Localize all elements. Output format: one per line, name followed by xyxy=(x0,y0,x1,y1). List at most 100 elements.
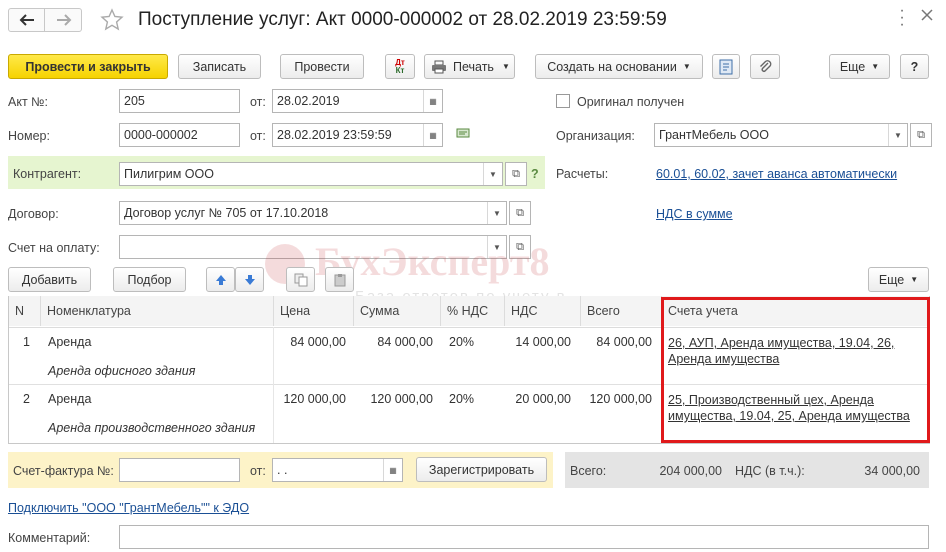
col-header-vat[interactable]: НДС xyxy=(505,296,581,326)
original-received-checkbox[interactable] xyxy=(556,94,570,108)
post-button[interactable]: Провести xyxy=(280,54,364,79)
move-up-button[interactable] xyxy=(206,267,235,292)
row-item-name: Аренда xyxy=(48,392,92,406)
organization-field[interactable]: ГрантМебель ООО ▼ xyxy=(654,123,908,147)
paperclip-icon xyxy=(760,59,772,72)
paste-row-button[interactable] xyxy=(325,267,354,292)
dt-kt-button[interactable]: Дт Кт xyxy=(385,54,415,79)
copy-icon xyxy=(294,273,307,286)
invoice-date-field[interactable]: . . ▦ xyxy=(272,458,403,482)
row-vat-rate: 20% xyxy=(449,335,475,349)
create-based-on-button[interactable]: Создать на основании ▼ xyxy=(535,54,703,79)
act-number-field[interactable]: 205 xyxy=(119,89,240,113)
row-sum: 120 000,00 xyxy=(370,392,433,406)
act-number-label: Акт №: xyxy=(8,95,49,109)
print-label: Печать xyxy=(453,59,494,74)
number-date-field[interactable]: 28.02.2019 23:59:59 ▦ xyxy=(272,123,443,147)
organization-label: Организация: xyxy=(556,129,635,143)
arrow-left-icon xyxy=(19,14,34,26)
col-header-vat-rate[interactable]: % НДС xyxy=(441,296,505,326)
contractor-help-icon[interactable]: ? xyxy=(531,166,539,182)
favorite-star-button[interactable] xyxy=(100,8,124,32)
number-date-from-label: от: xyxy=(250,129,266,143)
number-label: Номер: xyxy=(8,129,50,143)
chevron-down-icon: ▼ xyxy=(910,275,919,284)
row-price: 120 000,00 xyxy=(283,392,346,406)
arrow-down-icon xyxy=(244,274,255,285)
post-and-close-button[interactable]: Провести и закрыть xyxy=(8,54,168,79)
col-header-n[interactable]: N xyxy=(9,296,41,326)
chevron-down-icon: ▼ xyxy=(682,62,691,71)
col-header-nomenclature[interactable]: Номенклатура xyxy=(41,296,274,326)
chevron-down-icon[interactable]: ▼ xyxy=(888,124,907,146)
contract-open-button[interactable]: ⧉ xyxy=(509,201,531,225)
contract-field[interactable]: Договор услуг № 705 от 17.10.2018 ▼ xyxy=(119,201,507,225)
table-more-label: Еще xyxy=(878,272,905,287)
contract-value: Договор услуг № 705 от 17.10.2018 xyxy=(124,206,329,220)
accounts-highlight-frame xyxy=(661,297,930,443)
row-vat: 20 000,00 xyxy=(515,392,571,406)
comment-field[interactable] xyxy=(119,525,929,549)
row-sum: 84 000,00 xyxy=(377,335,433,349)
calendar-icon[interactable]: ▦ xyxy=(423,90,442,112)
vat-in-sum-link[interactable]: НДС в сумме xyxy=(656,206,733,222)
act-date-field[interactable]: 28.02.2019 ▦ xyxy=(272,89,443,113)
chevron-down-icon: ▼ xyxy=(871,62,880,71)
dt-kt-icon: Дт Кт xyxy=(395,58,405,75)
row-total: 84 000,00 xyxy=(596,335,652,349)
act-date-value: 28.02.2019 xyxy=(277,94,340,108)
arrow-up-icon xyxy=(215,274,226,285)
row-number: 1 xyxy=(23,335,30,349)
row-total: 120 000,00 xyxy=(589,392,652,406)
table-more-button[interactable]: Еще ▼ xyxy=(868,267,929,292)
more-vertical-icon[interactable]: · · · xyxy=(896,3,908,33)
help-button[interactable]: ? xyxy=(900,54,929,79)
organization-value: ГрантМебель ООО xyxy=(659,128,769,142)
comment-edit-icon[interactable] xyxy=(456,128,472,142)
forward-button[interactable] xyxy=(46,9,82,31)
total-value: 204 000,00 xyxy=(659,464,722,478)
save-button[interactable]: Записать xyxy=(178,54,261,79)
document-structure-icon xyxy=(719,59,733,74)
chevron-down-icon[interactable]: ▼ xyxy=(483,163,502,185)
attachments-button[interactable] xyxy=(750,54,780,79)
copy-row-button[interactable] xyxy=(286,267,315,292)
chevron-down-icon: ▼ xyxy=(501,62,510,71)
close-icon xyxy=(921,9,933,21)
move-down-button[interactable] xyxy=(235,267,264,292)
total-label: Всего: xyxy=(570,464,607,478)
register-button[interactable]: Зарегистрировать xyxy=(416,457,547,482)
calendar-icon[interactable]: ▦ xyxy=(423,124,442,146)
calendar-icon[interactable]: ▦ xyxy=(383,459,402,481)
contract-label: Договор: xyxy=(8,207,59,221)
add-row-button[interactable]: Добавить xyxy=(8,267,91,292)
connect-edo-link[interactable]: Подключить "ООО "ГрантМебель"" к ЭДО xyxy=(8,500,249,516)
number-field[interactable]: 0000-000002 xyxy=(119,123,240,147)
comment-label: Комментарий: xyxy=(8,531,91,545)
settlements-link[interactable]: 60.01, 60.02, зачет аванса автоматически xyxy=(656,166,897,182)
print-button[interactable]: Печать ▼ xyxy=(424,54,515,79)
row-vat-rate: 20% xyxy=(449,392,475,406)
more-button[interactable]: Еще ▼ xyxy=(829,54,890,79)
star-icon xyxy=(100,8,124,31)
number-value: 0000-000002 xyxy=(124,128,198,142)
organization-open-button[interactable]: ⧉ xyxy=(910,123,932,147)
contractor-value: Пилигрим ООО xyxy=(124,167,214,181)
printer-icon xyxy=(432,60,446,73)
original-received-label: Оригинал получен xyxy=(577,95,685,109)
act-number-value: 205 xyxy=(124,94,145,108)
back-button[interactable] xyxy=(9,9,45,31)
contractor-field[interactable]: Пилигрим ООО ▼ xyxy=(119,162,503,186)
kt-label: Кт xyxy=(395,65,405,75)
pick-button[interactable]: Подбор xyxy=(113,267,186,292)
invoice-number-field[interactable] xyxy=(119,458,240,482)
col-header-total[interactable]: Всего xyxy=(581,296,662,326)
chevron-down-icon[interactable]: ▼ xyxy=(487,202,506,224)
contractor-open-button[interactable]: ⧉ xyxy=(505,162,527,186)
close-button[interactable] xyxy=(920,8,938,26)
row-item-name: Аренда xyxy=(48,335,92,349)
structure-button[interactable] xyxy=(712,54,740,79)
vat-total-value: 34 000,00 xyxy=(864,464,920,478)
col-header-price[interactable]: Цена xyxy=(274,296,354,326)
col-header-sum[interactable]: Сумма xyxy=(354,296,441,326)
